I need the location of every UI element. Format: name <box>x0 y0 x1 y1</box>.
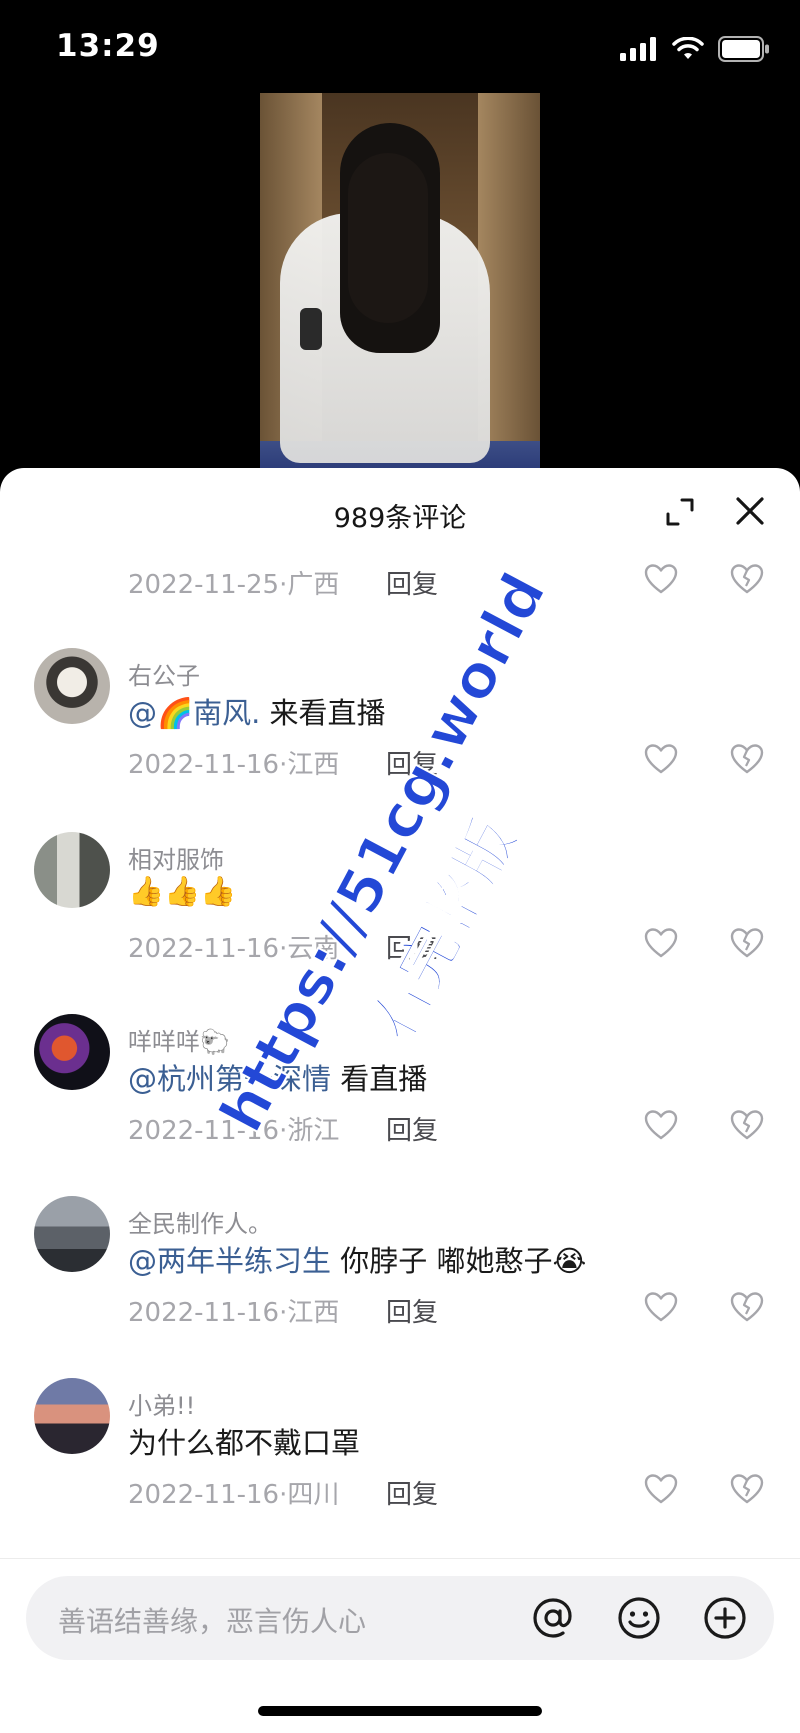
comment-mention[interactable]: @两年半练习生 <box>128 1244 331 1278</box>
reply-button[interactable]: 回复 <box>386 1474 438 1511</box>
comment-meta: 2022-11-16·江西 <box>128 750 340 780</box>
broken-heart-icon[interactable] <box>730 927 764 959</box>
status-icons <box>620 36 770 62</box>
sheet-header: 989条评论 <box>0 468 800 558</box>
comment-text: @🌈南风. 来看直播 <box>128 696 386 730</box>
divider <box>0 1558 800 1559</box>
reply-button[interactable]: 回复 <box>386 928 438 965</box>
heart-icon[interactable] <box>644 1109 678 1141</box>
status-bar: 13:29 <box>0 0 800 95</box>
comment-text: @两年半练习生 你脖子 嘟她憨子😭 <box>128 1244 587 1278</box>
comment-text: 为什么都不戴口罩 <box>128 1426 361 1460</box>
comment-mention[interactable]: @杭州第一深情 <box>128 1062 331 1096</box>
reply-button[interactable]: 回复 <box>386 744 438 781</box>
battery-icon <box>718 36 769 62</box>
heart-icon[interactable] <box>644 743 678 775</box>
broken-heart-icon[interactable] <box>730 1109 764 1141</box>
heart-icon[interactable] <box>644 1473 678 1505</box>
signal-icon <box>620 37 656 61</box>
heart-icon[interactable] <box>644 1291 678 1323</box>
comment-username[interactable]: 咩咩咩🐑 <box>128 1022 230 1057</box>
expand-icon[interactable] <box>664 496 696 528</box>
reply-button[interactable]: 回复 <box>386 564 438 601</box>
heart-icon[interactable] <box>644 927 678 959</box>
comment-meta: 2022-11-16·四川 <box>128 1480 340 1510</box>
comment-username[interactable]: 右公子 <box>128 656 200 691</box>
avatar[interactable] <box>34 1014 110 1090</box>
heart-icon[interactable] <box>644 563 678 595</box>
home-indicator <box>258 1706 542 1716</box>
comment-username[interactable]: 相对服饰 <box>128 840 224 875</box>
comment-username[interactable]: 小弟!! <box>128 1386 195 1421</box>
at-mention-icon[interactable] <box>529 1594 577 1642</box>
comment-meta: 2022-11-16·江西 <box>128 1298 340 1328</box>
reply-button[interactable]: 回复 <box>386 1110 438 1147</box>
comment-sheet: 989条评论 2022-11-25·广西 回复 右公子 @🌈南风. 来看直播 2… <box>0 468 800 1733</box>
comment-input[interactable]: 善语结善缘，恶言伤人心 <box>26 1576 774 1660</box>
comment-text: @杭州第一深情 看直播 <box>128 1062 428 1096</box>
comment-meta: 2022-11-16·云南 <box>128 934 340 964</box>
broken-heart-icon[interactable] <box>730 1291 764 1323</box>
avatar[interactable] <box>34 648 110 724</box>
comment-username[interactable]: 全民制作人。 <box>128 1204 272 1239</box>
video-player[interactable] <box>260 93 540 473</box>
comment-text: 👍👍👍 <box>128 874 237 908</box>
broken-heart-icon[interactable] <box>730 743 764 775</box>
avatar[interactable] <box>34 832 110 908</box>
person-bag <box>300 308 322 350</box>
broken-heart-icon[interactable] <box>730 1473 764 1505</box>
reply-button[interactable]: 回复 <box>386 1292 438 1329</box>
close-icon[interactable] <box>733 494 767 528</box>
person-hair-inner <box>348 153 428 323</box>
comment-mention[interactable]: @🌈南风. <box>128 696 260 730</box>
comment-meta: 2022-11-16·浙江 <box>128 1116 340 1146</box>
avatar[interactable] <box>34 1378 110 1454</box>
wifi-icon <box>672 37 704 59</box>
status-time: 13:29 <box>56 28 160 64</box>
plus-circle-icon[interactable] <box>701 1594 749 1642</box>
broken-heart-icon[interactable] <box>730 563 764 595</box>
avatar[interactable] <box>34 1196 110 1272</box>
emoji-icon[interactable] <box>615 1594 663 1642</box>
comment-input-placeholder: 善语结善缘，恶言伤人心 <box>58 1605 367 1638</box>
comment-meta: 2022-11-25·广西 <box>128 570 340 600</box>
